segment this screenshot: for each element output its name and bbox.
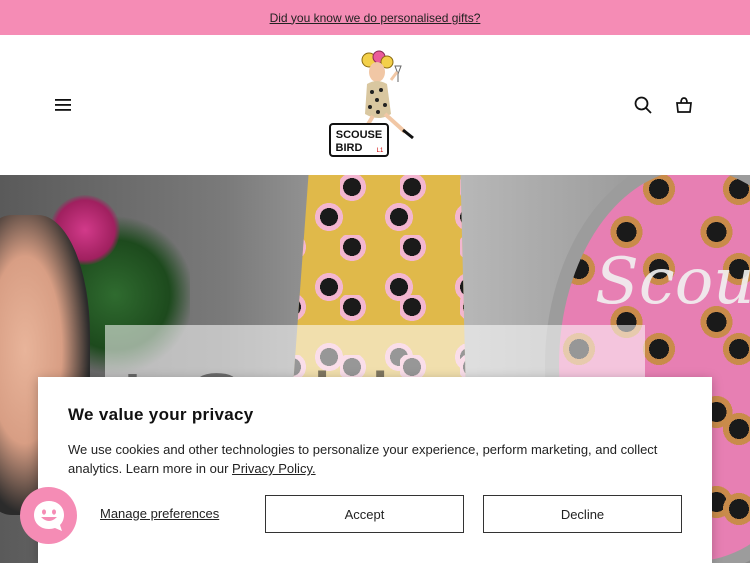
decline-button[interactable]: Decline	[483, 495, 682, 533]
accept-button[interactable]: Accept	[265, 495, 464, 533]
personalised-gifts-link[interactable]: Did you know we do personalised gifts?	[270, 11, 481, 25]
smiley-chat-icon	[33, 500, 64, 531]
cookie-title: We value your privacy	[68, 405, 254, 424]
announcement-bar: Did you know we do personalised gifts?	[0, 0, 750, 35]
site-header: SCOUSE BIRD L1	[0, 35, 750, 175]
cookie-consent-banner: We value your privacy We use cookies and…	[38, 377, 712, 563]
menu-button[interactable]	[51, 93, 75, 117]
shopping-bag-icon	[676, 97, 692, 113]
site-logo[interactable]: SCOUSE BIRD L1	[325, 50, 425, 162]
logo-text-line2: BIRD	[336, 142, 363, 154]
logo-text-line1: SCOUSE	[336, 129, 382, 141]
hamburger-menu-icon	[55, 99, 71, 111]
search-button[interactable]	[631, 93, 655, 117]
manage-preferences-link[interactable]: Manage preferences	[100, 506, 219, 521]
logo-text-tag: L1	[377, 148, 384, 154]
hero-tin-lettering: Scou	[595, 245, 750, 319]
scouse-bird-logo-art: SCOUSE BIRD L1	[329, 50, 414, 157]
chat-button[interactable]	[20, 487, 77, 544]
cookie-description: We use cookies and other technologies to…	[68, 440, 678, 478]
privacy-policy-link[interactable]: Privacy Policy.	[232, 461, 316, 476]
cookie-actions: Manage preferences Accept Decline	[68, 495, 684, 533]
search-icon	[634, 96, 652, 114]
cart-button[interactable]	[672, 93, 696, 117]
cookie-body-text: We use cookies and other technologies to…	[68, 442, 658, 476]
